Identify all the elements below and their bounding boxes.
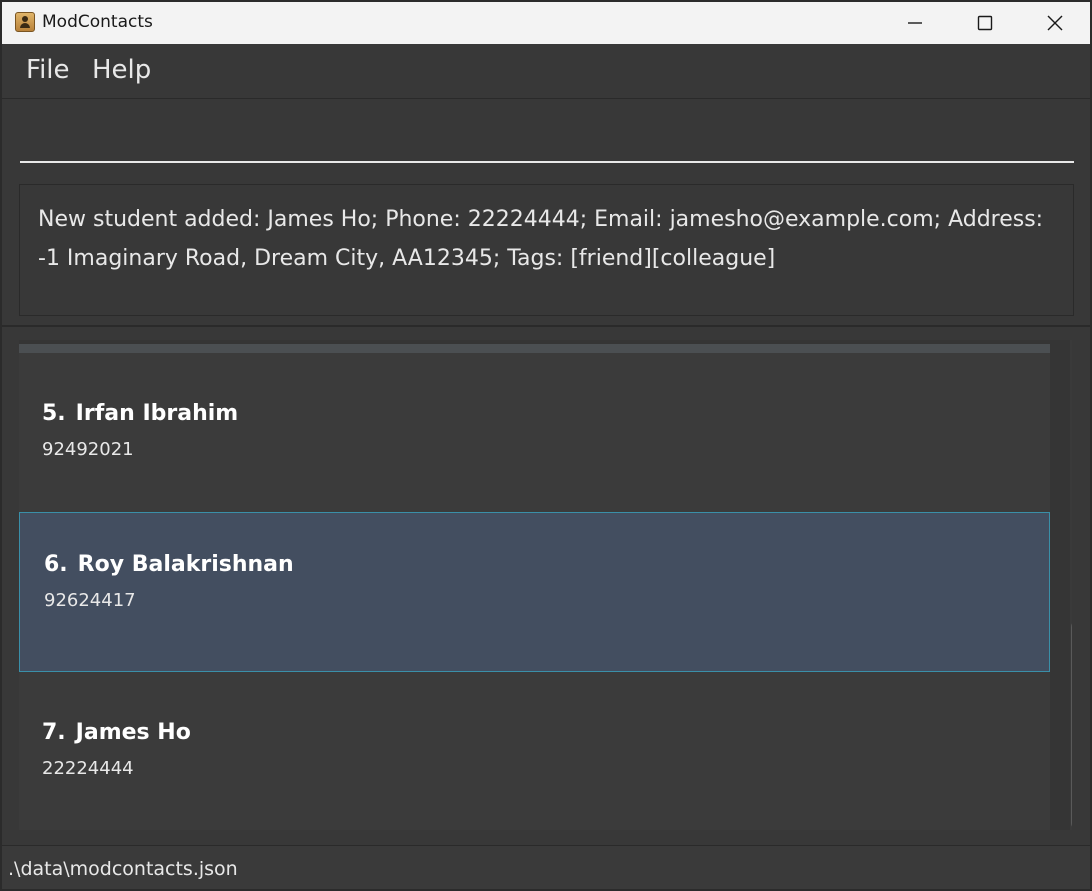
result-display-panel: New student added: James Ho; Phone: 2222… [2,177,1090,327]
person-phone: 22224444 [42,758,134,779]
person-index: 6. [44,552,68,577]
title-bar: ModContacts [2,2,1090,44]
person-name-line: 6. Roy Balakrishnan [44,552,294,577]
list-divider [19,344,1050,353]
person-index: 7. [42,720,66,745]
person-phone: 92492021 [42,439,134,460]
contacts-book-icon [15,12,35,32]
menu-help[interactable]: Help [92,55,151,85]
person-list[interactable]: 5. Irfan Ibrahim 92492021 6. Roy Balakrish… [19,340,1072,830]
person-list-panel: 5. Irfan Ibrahim 92492021 6. Roy Balakrish… [2,327,1090,845]
scrollbar-thumb[interactable] [1071,620,1072,830]
person-phone: 92624417 [44,590,136,611]
window-title: ModContacts [42,12,153,32]
minimize-button[interactable] [880,2,950,44]
command-input[interactable] [20,107,1074,163]
person-name-line: 5. Irfan Ibrahim [42,401,238,426]
person-name: James Ho [75,720,191,745]
person-card[interactable]: 5. Irfan Ibrahim 92492021 [19,353,1050,513]
person-index: 5. [42,401,66,426]
close-button[interactable] [1020,2,1090,44]
close-icon [1047,15,1063,31]
data-file-path: .\data\modcontacts.json [8,858,238,880]
minimize-icon [908,22,922,24]
person-card-selected[interactable]: 6. Roy Balakrishnan 92624417 [19,512,1050,672]
status-bar: .\data\modcontacts.json [2,845,1090,889]
maximize-icon [977,15,993,31]
app-window: ModContacts File Help New student added:… [2,2,1090,889]
result-display: New student added: James Ho; Phone: 2222… [19,184,1074,316]
command-box [2,99,1090,177]
person-card[interactable]: 7. James Ho 22224444 [19,672,1050,830]
menu-bar: File Help [2,44,1090,99]
maximize-button[interactable] [950,2,1020,44]
person-name-line: 7. James Ho [42,720,191,745]
person-name: Roy Balakrishnan [77,552,294,577]
menu-file[interactable]: File [26,55,70,85]
person-name: Irfan Ibrahim [75,401,239,426]
